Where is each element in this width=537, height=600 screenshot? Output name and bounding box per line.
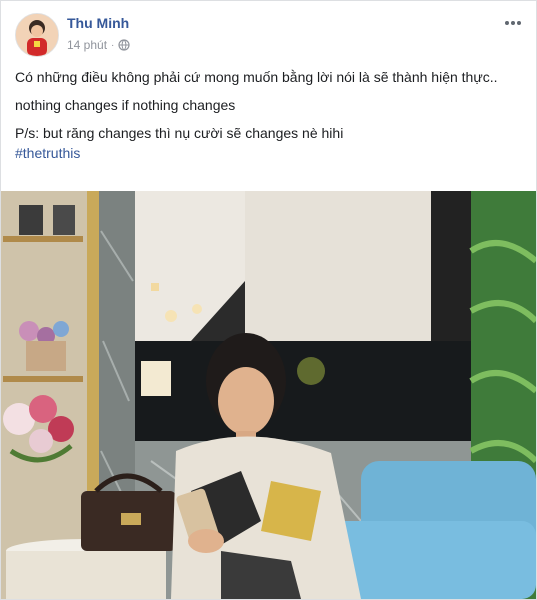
post-photo-image: [1, 191, 536, 599]
post-meta: 14 phút ·: [67, 38, 130, 52]
post-header: Thu Minh 14 phút ·: [1, 1, 536, 63]
avatar-image: [16, 14, 58, 56]
post-time[interactable]: 14 phút: [67, 38, 107, 52]
avatar[interactable]: [15, 13, 59, 57]
facebook-post: Thu Minh 14 phút · Có những điều không p…: [0, 0, 537, 600]
globe-icon[interactable]: [118, 39, 130, 51]
more-options-icon[interactable]: [502, 15, 524, 31]
post-line-3: P/s: but răng changes thì nụ cười sẽ cha…: [15, 125, 344, 141]
separator-dot: ·: [111, 39, 115, 51]
author-name[interactable]: Thu Minh: [67, 15, 129, 31]
post-line-1: Có những điều không phải cứ mong muốn bằ…: [15, 69, 498, 85]
post-text: Có những điều không phải cứ mong muốn bằ…: [15, 67, 520, 171]
post-photo[interactable]: [1, 191, 536, 599]
hashtag-link[interactable]: #thetruthis: [15, 143, 520, 163]
post-line-2: nothing changes if nothing changes: [15, 97, 236, 113]
